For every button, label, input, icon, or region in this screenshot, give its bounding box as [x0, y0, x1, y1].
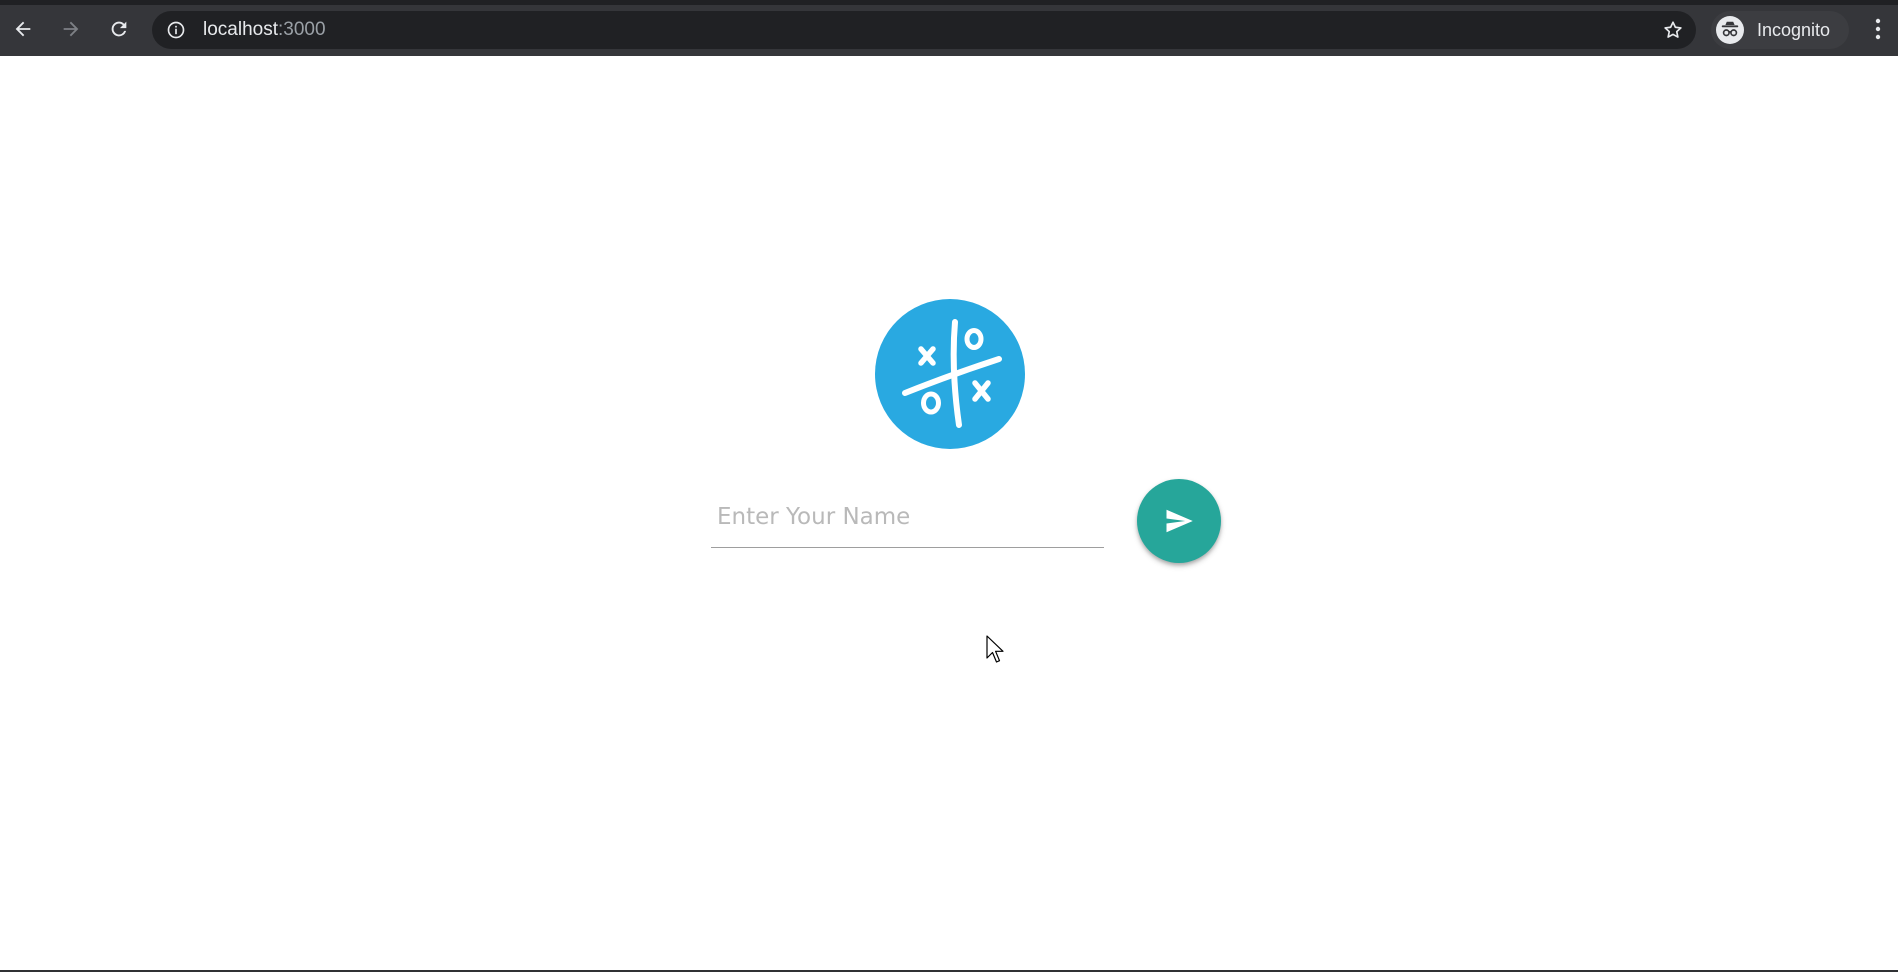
star-icon[interactable] [1662, 19, 1684, 41]
back-button[interactable] [8, 14, 38, 44]
profile-chip[interactable]: Incognito [1711, 11, 1849, 49]
address-bar[interactable]: localhost:3000 [152, 11, 1696, 49]
reload-icon [111, 21, 127, 37]
url-host: localhost [203, 19, 278, 40]
forward-arrow-icon [63, 21, 79, 37]
submit-name-button[interactable] [1137, 479, 1221, 563]
kebab-menu-icon [1875, 18, 1881, 40]
browser-menu-button[interactable] [1866, 14, 1890, 44]
mouse-cursor-icon [986, 635, 1004, 663]
url-text[interactable]: localhost:3000 [203, 20, 326, 40]
send-icon [1166, 509, 1193, 533]
tic-tac-toe-icon [902, 319, 1002, 428]
forward-button[interactable] [56, 14, 86, 44]
incognito-icon [1716, 16, 1744, 44]
name-field [711, 490, 1104, 548]
back-arrow-icon [15, 21, 31, 37]
browser-toolbar: localhost:3000 Incognito [0, 0, 1898, 56]
profile-label: Incognito [1757, 20, 1831, 40]
name-input[interactable] [717, 500, 1097, 534]
reload-button[interactable] [104, 14, 134, 44]
info-icon[interactable] [166, 20, 186, 40]
tic-tac-toe-logo [875, 299, 1025, 449]
url-port: :3000 [278, 19, 326, 40]
